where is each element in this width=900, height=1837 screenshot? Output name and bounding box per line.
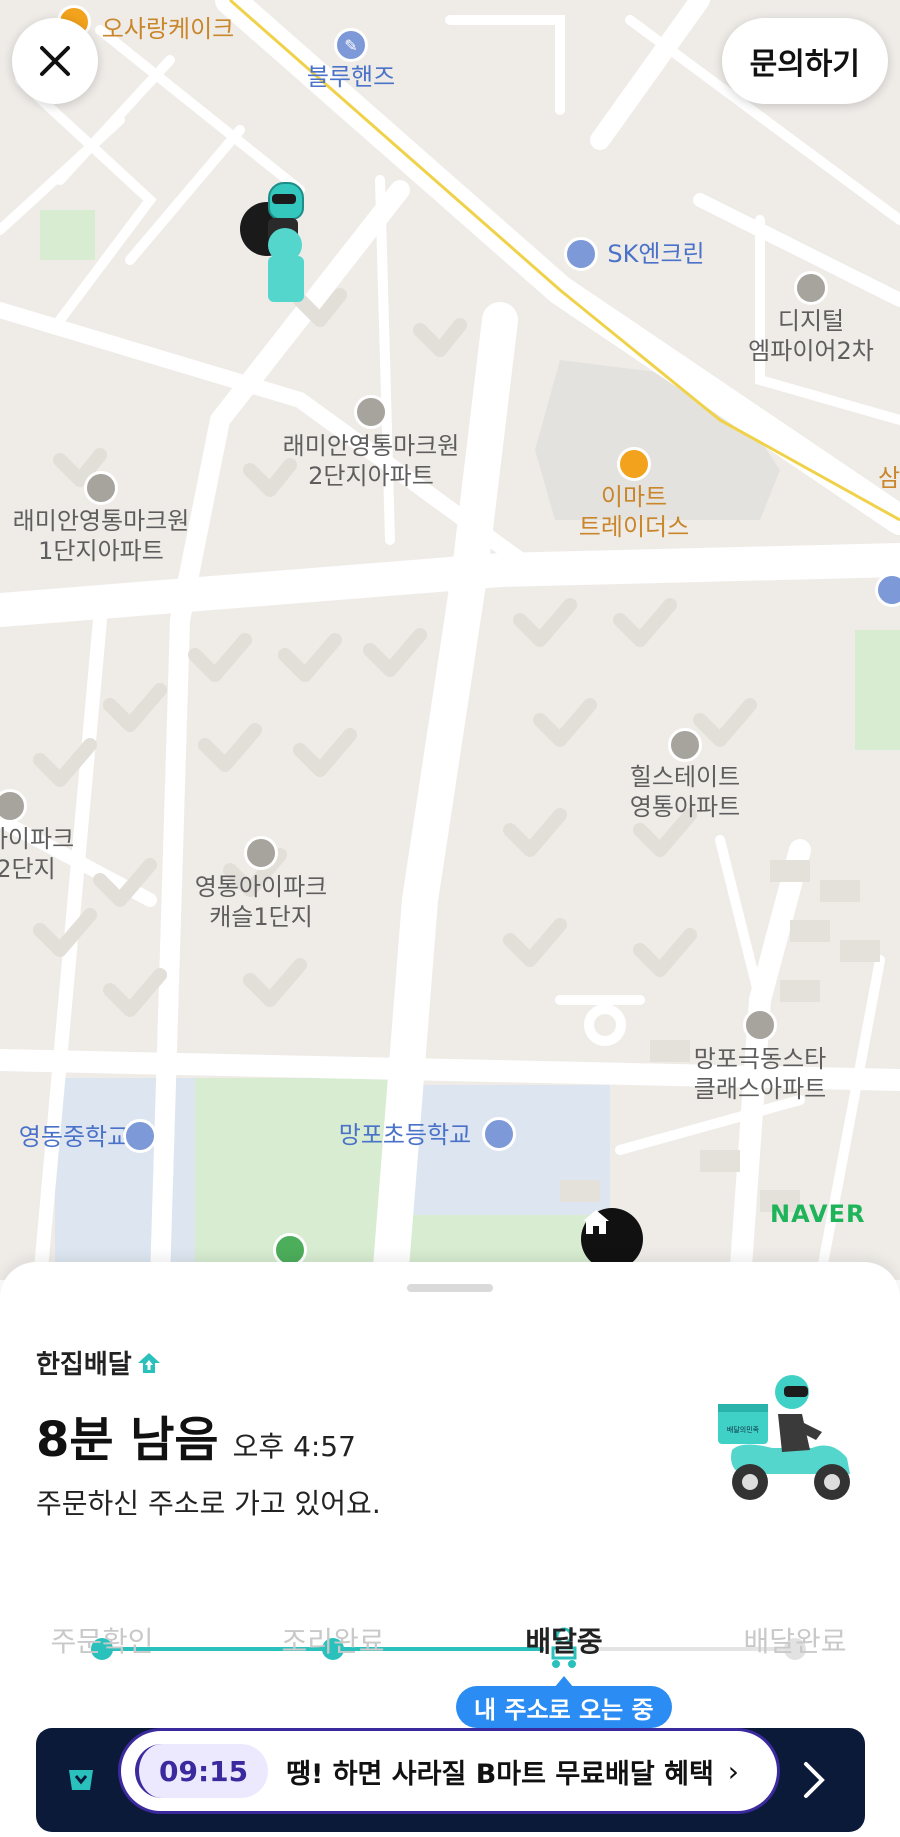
brand-label: 한집배달 (36, 1350, 132, 1380)
gas-station-icon (564, 237, 598, 271)
close-icon (40, 46, 70, 76)
box-brand-text: 배달의민족 (727, 1425, 760, 1434)
delivery-status-sheet: 한집배달 8분 남음 오후 4:57 주문하신 주소로 가고 있어요. 배달의민… (0, 1262, 900, 1837)
apartment-icon (244, 836, 278, 870)
map-label-ipark-castle-line2[interactable]: 캐슬1단지 (209, 902, 313, 932)
cart-icon (617, 447, 651, 481)
map-label-raemian-2-line2[interactable]: 2단지아파트 (308, 461, 434, 491)
chevron-right-icon[interactable] (801, 1760, 827, 1800)
home-marker-icon[interactable] (581, 1208, 643, 1270)
bmart-logo-icon (69, 1770, 93, 1790)
map-label-ipark-castle-line1[interactable]: 영통아이파크 (195, 872, 327, 902)
wrench-icon: ✎ (334, 28, 368, 62)
building-icon (794, 271, 828, 305)
map-label-hillstate-line2[interactable]: 영통아파트 (630, 792, 740, 822)
map-label-digital-empire-2[interactable]: 엠파이어2차 (748, 336, 874, 366)
apartment-icon (668, 728, 702, 762)
school-icon (123, 1119, 157, 1153)
apartment-icon (84, 471, 118, 505)
school-icon (482, 1117, 516, 1151)
map-label-raemian-1-line1[interactable]: 래미안영통마크원 (13, 506, 190, 536)
chevron-right-small-icon: › (727, 1754, 739, 1788)
brand-row: 한집배달 (36, 1344, 162, 1381)
step-label-delivering: 배달중 (525, 1625, 603, 1658)
map-label-starclass-line2[interactable]: 클래스아파트 (694, 1074, 826, 1104)
free-delivery-promo[interactable]: 09:15 땡! 하면 사라질 B마트 무료배달 혜택 › (118, 1728, 780, 1814)
scooter-rider-illustration: 배달의민족 (718, 1375, 850, 1500)
close-button[interactable] (12, 18, 98, 104)
map-label-yeongdong-middle[interactable]: 영동중학교 (19, 1122, 129, 1152)
map-label-cake-shop[interactable]: 오사랑케이크 (102, 14, 234, 44)
step-label-ordered: 주문확인 (50, 1625, 154, 1658)
naver-logo: NAVER (770, 1200, 866, 1228)
eta-row: 8분 남음 오후 4:57 (36, 1400, 356, 1470)
map-label-ipark-line2[interactable]: 2단지 (0, 854, 56, 884)
delivery-map[interactable]: 오사랑케이크 ✎ 블루핸즈 SK엔크린 디지털 엠파이어2차 래미안영통마크원 … (0, 0, 900, 1280)
map-label-bluehands[interactable]: 블루핸즈 (307, 62, 395, 92)
map-label-mangpo-elementary[interactable]: 망포초등학교 (339, 1120, 471, 1150)
status-message: 주문하신 주소로 가고 있어요. (36, 1487, 381, 1520)
map-label-partial-sam[interactable]: 삼 (878, 463, 900, 493)
map-label-raemian-1-line2[interactable]: 1단지아파트 (38, 536, 164, 566)
map-label-hillstate-line1[interactable]: 힐스테이트 (630, 762, 740, 792)
map-label-emart-line1[interactable]: 이마트 (601, 482, 667, 512)
map-label-emart-line2[interactable]: 트레이더스 (579, 512, 689, 542)
countdown-timer: 09:15 (135, 1744, 269, 1798)
eta-remaining: 8분 남음 (36, 1412, 219, 1468)
map-label-ipark-line1[interactable]: 아이파크 (0, 824, 74, 854)
step-label-delivered: 배달완료 (743, 1625, 847, 1658)
apartment-icon (354, 395, 388, 429)
rider-location-marker[interactable] (238, 182, 318, 302)
map-label-digital-empire-1[interactable]: 디지털 (778, 306, 844, 336)
apartment-icon (743, 1008, 777, 1042)
map-label-raemian-2-line1[interactable]: 래미안영통마크원 (283, 431, 460, 461)
eta-clock-time: 오후 4:57 (232, 1430, 356, 1463)
house-arrow-icon (137, 1352, 160, 1373)
map-label-starclass-line1[interactable]: 망포극동스타 (694, 1044, 826, 1074)
sheet-drag-handle[interactable] (407, 1284, 493, 1292)
map-label-sk-enclean[interactable]: SK엔크린 (607, 239, 704, 269)
promo-text: 땡! 하면 사라질 B마트 무료배달 혜택 (286, 1758, 714, 1790)
step-label-cooked: 조리완료 (281, 1625, 385, 1658)
inquiry-button[interactable]: 문의하기 (721, 18, 888, 104)
rider-status-tooltip: 내 주소로 오는 중 (456, 1686, 672, 1728)
